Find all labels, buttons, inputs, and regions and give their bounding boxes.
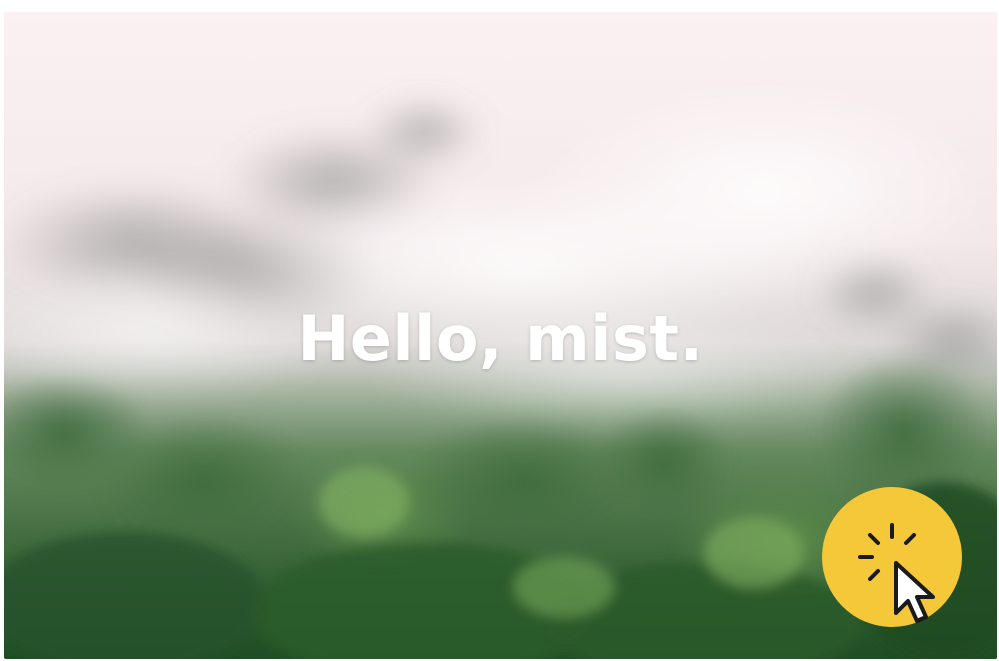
misty-forest-image: Hello, mist. (4, 12, 997, 659)
click-cursor-icon (822, 487, 962, 627)
page-frame: Hello, mist. (0, 0, 999, 661)
click-cursor-badge[interactable] (820, 485, 965, 630)
hero-headline: Hello, mist. (297, 302, 704, 375)
